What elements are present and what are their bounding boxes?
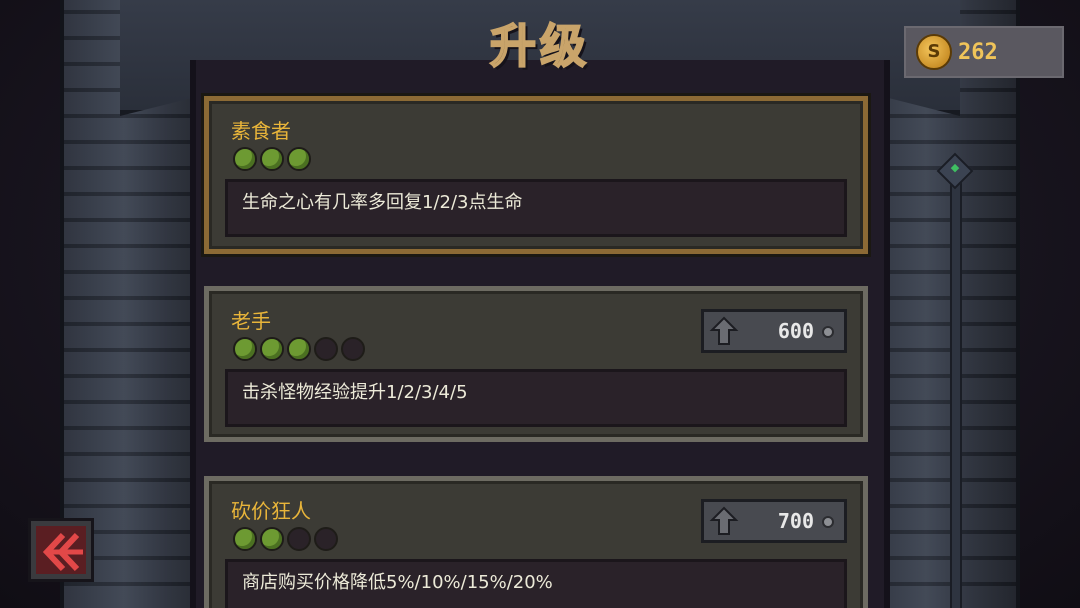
upgrade-card[interactable]: 素食者 生命之心有几率多回复1/2/3点生命 bbox=[201, 93, 871, 257]
level-pip-filled bbox=[260, 147, 284, 171]
upgrade-name: 素食者 bbox=[231, 119, 291, 143]
upgrade-level-pips bbox=[233, 337, 365, 361]
upgrade-description: 商店购买价格降低5%/10%/15%/20% bbox=[242, 572, 553, 593]
level-pip-empty bbox=[314, 337, 338, 361]
level-pip-filled bbox=[260, 337, 284, 361]
currency-amount: 262 bbox=[958, 40, 998, 65]
currency-dot-icon bbox=[822, 326, 834, 338]
level-pip-filled bbox=[287, 337, 311, 361]
upgrade-arrow-icon bbox=[709, 506, 739, 535]
upgrade-description-box: 生命之心有几率多回复1/2/3点生命 bbox=[225, 179, 847, 237]
level-pip-filled bbox=[233, 337, 257, 361]
level-pip-filled bbox=[233, 527, 257, 551]
back-button[interactable] bbox=[28, 518, 94, 582]
upgrade-card[interactable]: 砍价狂人 700 商店购买价格降低5%/10%/15%/20% bbox=[204, 476, 868, 608]
upgrade-price: 600 bbox=[777, 319, 814, 343]
level-pip-filled bbox=[233, 147, 257, 171]
level-pip-empty bbox=[314, 527, 338, 551]
currency-display: S 262 bbox=[904, 26, 1064, 78]
game-screen: 升级 S 262 素食者 生命之心有几率多回复1/2/3点生命 老手 600 击… bbox=[0, 0, 1080, 608]
buy-upgrade-button[interactable]: 700 bbox=[701, 499, 847, 543]
upgrade-description: 生命之心有几率多回复1/2/3点生命 bbox=[242, 192, 523, 213]
coin-icon: S bbox=[916, 34, 952, 70]
buy-upgrade-button[interactable]: 600 bbox=[701, 309, 847, 353]
scrollbar-track[interactable] bbox=[950, 180, 962, 608]
upgrade-level-pips bbox=[233, 147, 311, 171]
level-pip-empty bbox=[287, 527, 311, 551]
level-pip-empty bbox=[341, 337, 365, 361]
back-arrow-icon bbox=[42, 532, 83, 572]
level-pip-filled bbox=[287, 147, 311, 171]
upgrade-card[interactable]: 老手 600 击杀怪物经验提升1/2/3/4/5 bbox=[204, 286, 868, 442]
upgrade-description-box: 商店购买价格降低5%/10%/15%/20% bbox=[225, 559, 847, 608]
upgrade-price: 700 bbox=[777, 509, 814, 533]
upgrade-description: 击杀怪物经验提升1/2/3/4/5 bbox=[242, 382, 468, 403]
upgrade-description-box: 击杀怪物经验提升1/2/3/4/5 bbox=[225, 369, 847, 427]
upgrade-arrow-icon bbox=[709, 316, 739, 345]
level-pip-filled bbox=[260, 527, 284, 551]
upgrade-level-pips bbox=[233, 527, 338, 551]
upgrade-name: 老手 bbox=[231, 309, 271, 333]
upgrade-name: 砍价狂人 bbox=[231, 499, 311, 523]
currency-dot-icon bbox=[822, 516, 834, 528]
